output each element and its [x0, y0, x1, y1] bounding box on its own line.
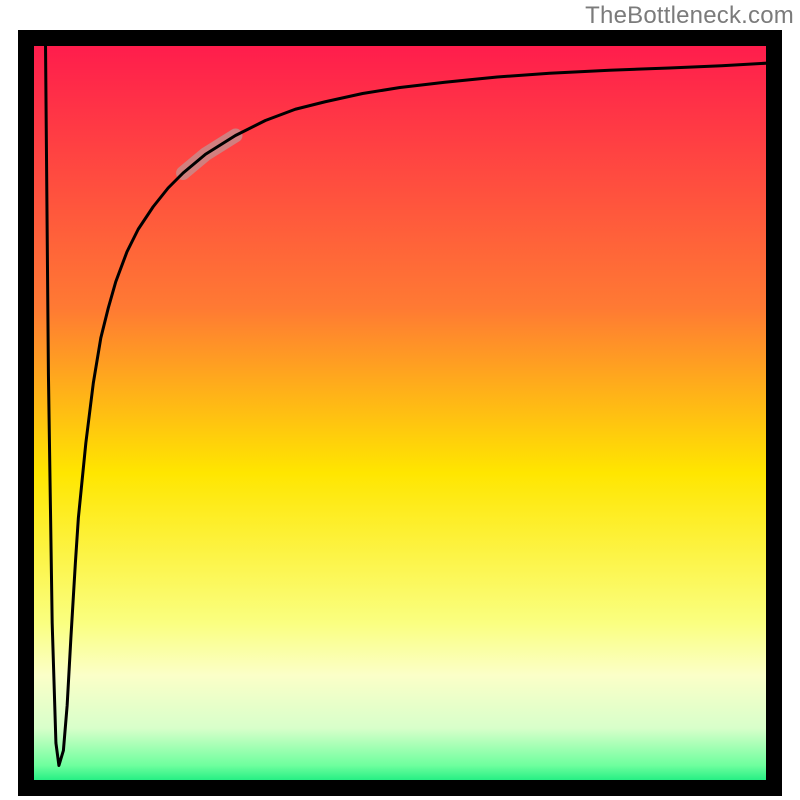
chart-plot [18, 30, 782, 796]
root: TheBottleneck.com [0, 0, 800, 800]
watermark-text: TheBottleneck.com [585, 2, 794, 30]
plot-background [26, 38, 774, 788]
chart-svg [18, 30, 782, 796]
